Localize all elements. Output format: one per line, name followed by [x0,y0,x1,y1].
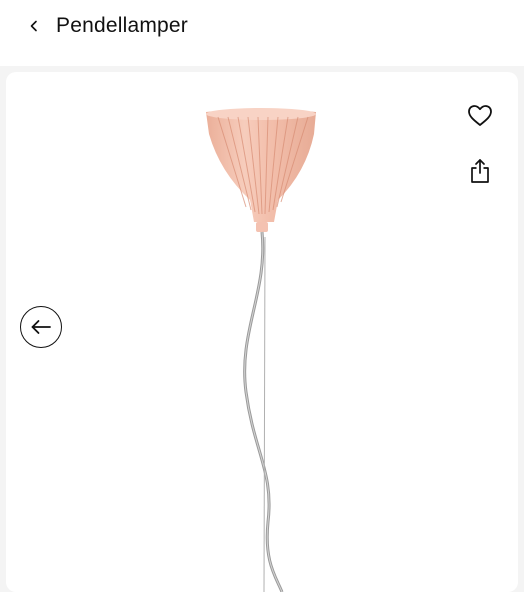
top-bar: Pendellamper [0,0,524,66]
arrow-left-icon [31,320,51,334]
favorite-button[interactable] [466,102,494,130]
heart-icon [468,105,492,126]
previous-image-button[interactable] [20,306,62,348]
share-icon [471,159,489,183]
product-image-card [6,72,518,592]
share-button[interactable] [467,156,493,186]
chevron-left-icon [30,20,37,32]
page-title: Pendellamper [56,14,188,37]
product-image[interactable] [6,72,518,592]
back-button[interactable] [22,13,46,39]
